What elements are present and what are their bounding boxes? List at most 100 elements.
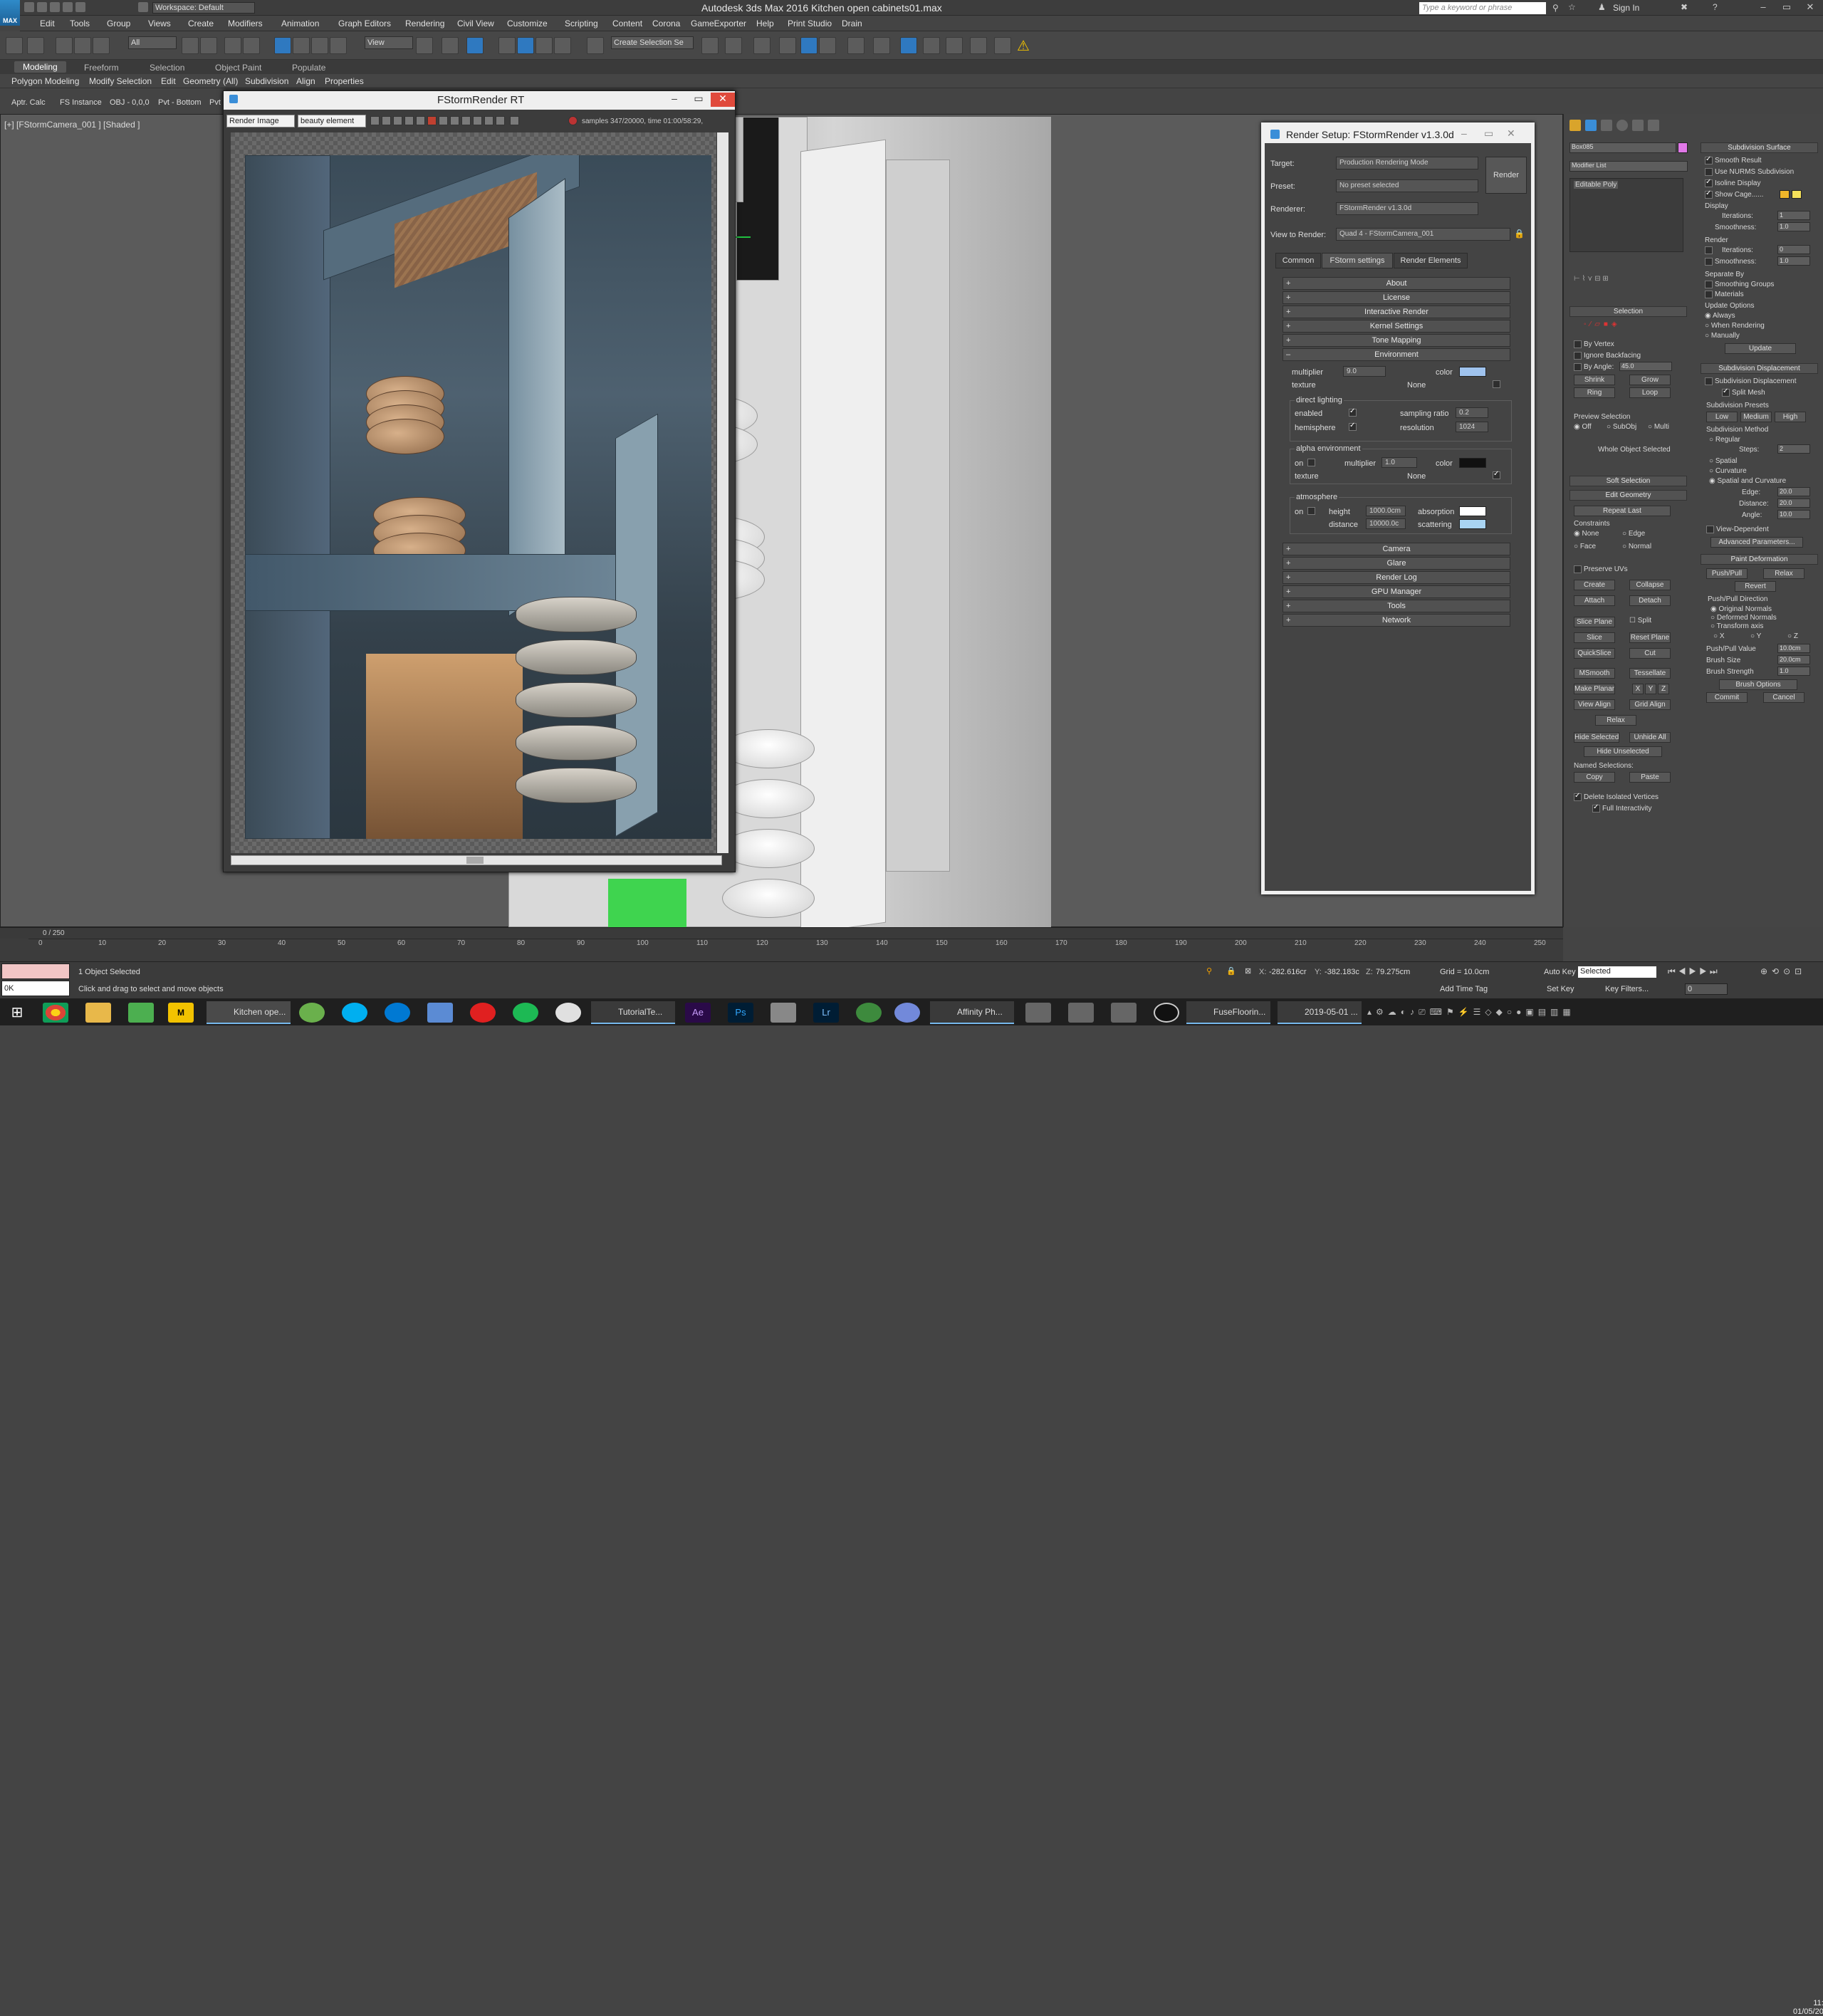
edit-geometry-rollout[interactable]: Edit Geometry bbox=[1569, 490, 1687, 501]
edge-spinner[interactable]: 20.0 bbox=[1777, 487, 1810, 496]
multiplier-spinner[interactable]: 9.0 bbox=[1343, 366, 1386, 377]
render-setup-icon[interactable] bbox=[873, 37, 890, 54]
by-angle-spinner[interactable]: 45.0 bbox=[1619, 362, 1672, 371]
view-dependent-checkbox[interactable] bbox=[1706, 526, 1714, 533]
object-name-field[interactable]: Box085 bbox=[1569, 142, 1676, 153]
menu-tools[interactable]: Tools bbox=[70, 19, 90, 28]
viewport-label[interactable]: [+] [FStormCamera_001 ] [Shaded ] bbox=[4, 120, 140, 130]
taskbar-3dsmax[interactable]: Kitchen ope... bbox=[207, 1001, 291, 1024]
by-vertex-checkbox[interactable] bbox=[1574, 340, 1582, 348]
paste-button[interactable]: Paste bbox=[1629, 772, 1671, 783]
smoothing-groups-checkbox[interactable] bbox=[1705, 281, 1713, 288]
scattering-swatch[interactable] bbox=[1459, 519, 1486, 529]
attach-button[interactable]: Attach bbox=[1574, 595, 1615, 606]
distance-spinner[interactable]: 10000.0c bbox=[1366, 518, 1406, 529]
display-tab-icon[interactable] bbox=[1632, 120, 1644, 131]
preview-subobj-radio[interactable]: ○ SubObj bbox=[1607, 423, 1636, 431]
unlink-icon[interactable] bbox=[74, 37, 91, 54]
env-color-swatch[interactable] bbox=[1459, 367, 1486, 377]
menu-animation[interactable]: Animation bbox=[281, 19, 319, 28]
alpha-texture-checkbox[interactable] bbox=[1493, 470, 1500, 479]
fs-instance-button[interactable]: FS Instance bbox=[60, 98, 102, 107]
modifier-stack[interactable] bbox=[1569, 178, 1683, 252]
x-coordinate[interactable]: -282.616cr bbox=[1269, 968, 1307, 976]
select-by-name-icon[interactable] bbox=[200, 37, 217, 54]
add-time-tag-button[interactable]: Add Time Tag bbox=[1440, 985, 1488, 993]
auto-key-button[interactable]: Auto Key bbox=[1544, 968, 1576, 976]
maxscript-input[interactable]: 0K bbox=[1, 981, 70, 996]
app-icon[interactable] bbox=[1154, 1003, 1179, 1023]
preset-medium-button[interactable]: Medium bbox=[1740, 412, 1772, 422]
iterations-spinner[interactable]: 1 bbox=[1777, 211, 1810, 220]
preserve-uvs-checkbox[interactable] bbox=[1574, 565, 1582, 573]
hide-selected-button[interactable]: Hide Selected bbox=[1574, 732, 1619, 743]
planar-y-button[interactable]: Y bbox=[1645, 684, 1656, 694]
brush-strength-spinner[interactable]: 1.0 bbox=[1777, 667, 1810, 676]
target-dropdown[interactable]: Production Rendering Mode bbox=[1336, 157, 1478, 169]
ribbon-modify-selection[interactable]: Modify Selection bbox=[89, 76, 152, 86]
close-icon[interactable]: ✕ bbox=[1799, 1, 1822, 14]
menu-create[interactable]: Create bbox=[188, 19, 214, 28]
viewport-nav-icons[interactable]: ⊕⟲⊙⊡ bbox=[1760, 966, 1806, 976]
hide-unselected-button[interactable]: Hide Unselected bbox=[1584, 746, 1662, 757]
by-angle-checkbox[interactable] bbox=[1574, 363, 1582, 371]
rollout-environment[interactable]: – Environment bbox=[1283, 348, 1510, 361]
split-checkbox[interactable]: ☐ Split bbox=[1629, 617, 1651, 625]
ignore-backfacing-checkbox[interactable] bbox=[1574, 352, 1582, 360]
menu-drain[interactable]: Drain bbox=[842, 19, 862, 28]
time-slider[interactable]: 0 / 250 bbox=[0, 927, 1563, 939]
maximize-icon[interactable]: ▭ bbox=[1484, 127, 1493, 140]
snaps-toggle-icon[interactable] bbox=[498, 37, 516, 54]
full-interactivity-checkbox[interactable] bbox=[1592, 803, 1600, 813]
rollout-tools[interactable]: + Tools bbox=[1283, 600, 1510, 612]
chrome-icon[interactable] bbox=[43, 1003, 68, 1023]
enabled-checkbox[interactable] bbox=[1349, 407, 1357, 417]
binoculars-icon[interactable]: ⚲ bbox=[1552, 3, 1559, 13]
subdivision-surface-rollout[interactable]: Subdivision Surface bbox=[1701, 142, 1818, 153]
shrink-button[interactable]: Shrink bbox=[1574, 375, 1615, 385]
history-icon[interactable] bbox=[416, 116, 425, 125]
tessellate-button[interactable]: Tessellate bbox=[1629, 668, 1671, 679]
display-icon[interactable] bbox=[510, 116, 519, 125]
update-manually-radio[interactable]: ○ Manually bbox=[1705, 332, 1740, 340]
system-tray-icons[interactable]: ▴⚙☁◐♪⎚⌨⚑⚡☰◇◆○●▣▤▥▦ bbox=[1367, 1007, 1766, 1018]
copy-image-icon[interactable] bbox=[382, 116, 391, 125]
soft-selection-rollout[interactable]: Soft Selection bbox=[1569, 476, 1687, 486]
lens-icon[interactable] bbox=[484, 116, 493, 125]
view-align-button[interactable]: View Align bbox=[1574, 699, 1615, 710]
menu-graph-editors[interactable]: Graph Editors bbox=[338, 19, 391, 28]
distance-spinner[interactable]: 20.0 bbox=[1777, 498, 1810, 508]
start-icon[interactable]: ⊞ bbox=[4, 1003, 30, 1023]
update-when-rendering-radio[interactable]: ○ When Rendering bbox=[1705, 322, 1765, 330]
undo-icon[interactable] bbox=[63, 2, 73, 12]
preset-high-button[interactable]: High bbox=[1775, 412, 1806, 422]
menu-edit[interactable]: Edit bbox=[40, 19, 55, 28]
push-pull-button[interactable]: Push/Pull bbox=[1706, 568, 1748, 579]
rollout-camera[interactable]: + Camera bbox=[1283, 543, 1510, 555]
cage-color-1-swatch[interactable] bbox=[1780, 190, 1790, 199]
help-icon[interactable]: ? bbox=[1713, 2, 1718, 12]
curve-editor-icon[interactable] bbox=[800, 37, 818, 54]
mini-curve-editor-icon[interactable] bbox=[0, 939, 28, 961]
redo-icon[interactable] bbox=[75, 2, 85, 12]
menu-modifiers[interactable]: Modifiers bbox=[228, 19, 263, 28]
alpha-on-checkbox[interactable] bbox=[1307, 459, 1315, 466]
constraint-none-radio[interactable]: ◉ None bbox=[1574, 530, 1599, 538]
axis-z-radio[interactable]: ○ Z bbox=[1787, 632, 1798, 640]
set-key-button[interactable]: Set Key bbox=[1547, 985, 1574, 993]
keyboard-shortcut-icon[interactable] bbox=[466, 37, 484, 54]
motion-tab-icon[interactable] bbox=[1616, 120, 1628, 131]
close-icon[interactable]: ✕ bbox=[711, 93, 735, 107]
slice-plane-button[interactable]: Slice Plane bbox=[1574, 617, 1615, 627]
tab-object-paint[interactable]: Object Paint bbox=[215, 63, 261, 73]
axis-y-radio[interactable]: ○ Y bbox=[1750, 632, 1761, 640]
lock-selection-icon[interactable]: 🔒 bbox=[1226, 966, 1236, 976]
create-tab-icon[interactable] bbox=[1569, 120, 1581, 131]
app-icon[interactable] bbox=[128, 1003, 154, 1023]
z-coordinate[interactable]: 79.275cm bbox=[1376, 968, 1410, 976]
workspace-dropdown[interactable]: Workspace: Default bbox=[152, 2, 255, 14]
push-pull-value-spinner[interactable]: 10.0cm bbox=[1777, 644, 1810, 653]
align-icon[interactable] bbox=[725, 37, 742, 54]
obj-origin-button[interactable]: OBJ - 0,0,0 bbox=[110, 98, 150, 107]
alpha-multiplier-spinner[interactable]: 1.0 bbox=[1381, 457, 1417, 468]
